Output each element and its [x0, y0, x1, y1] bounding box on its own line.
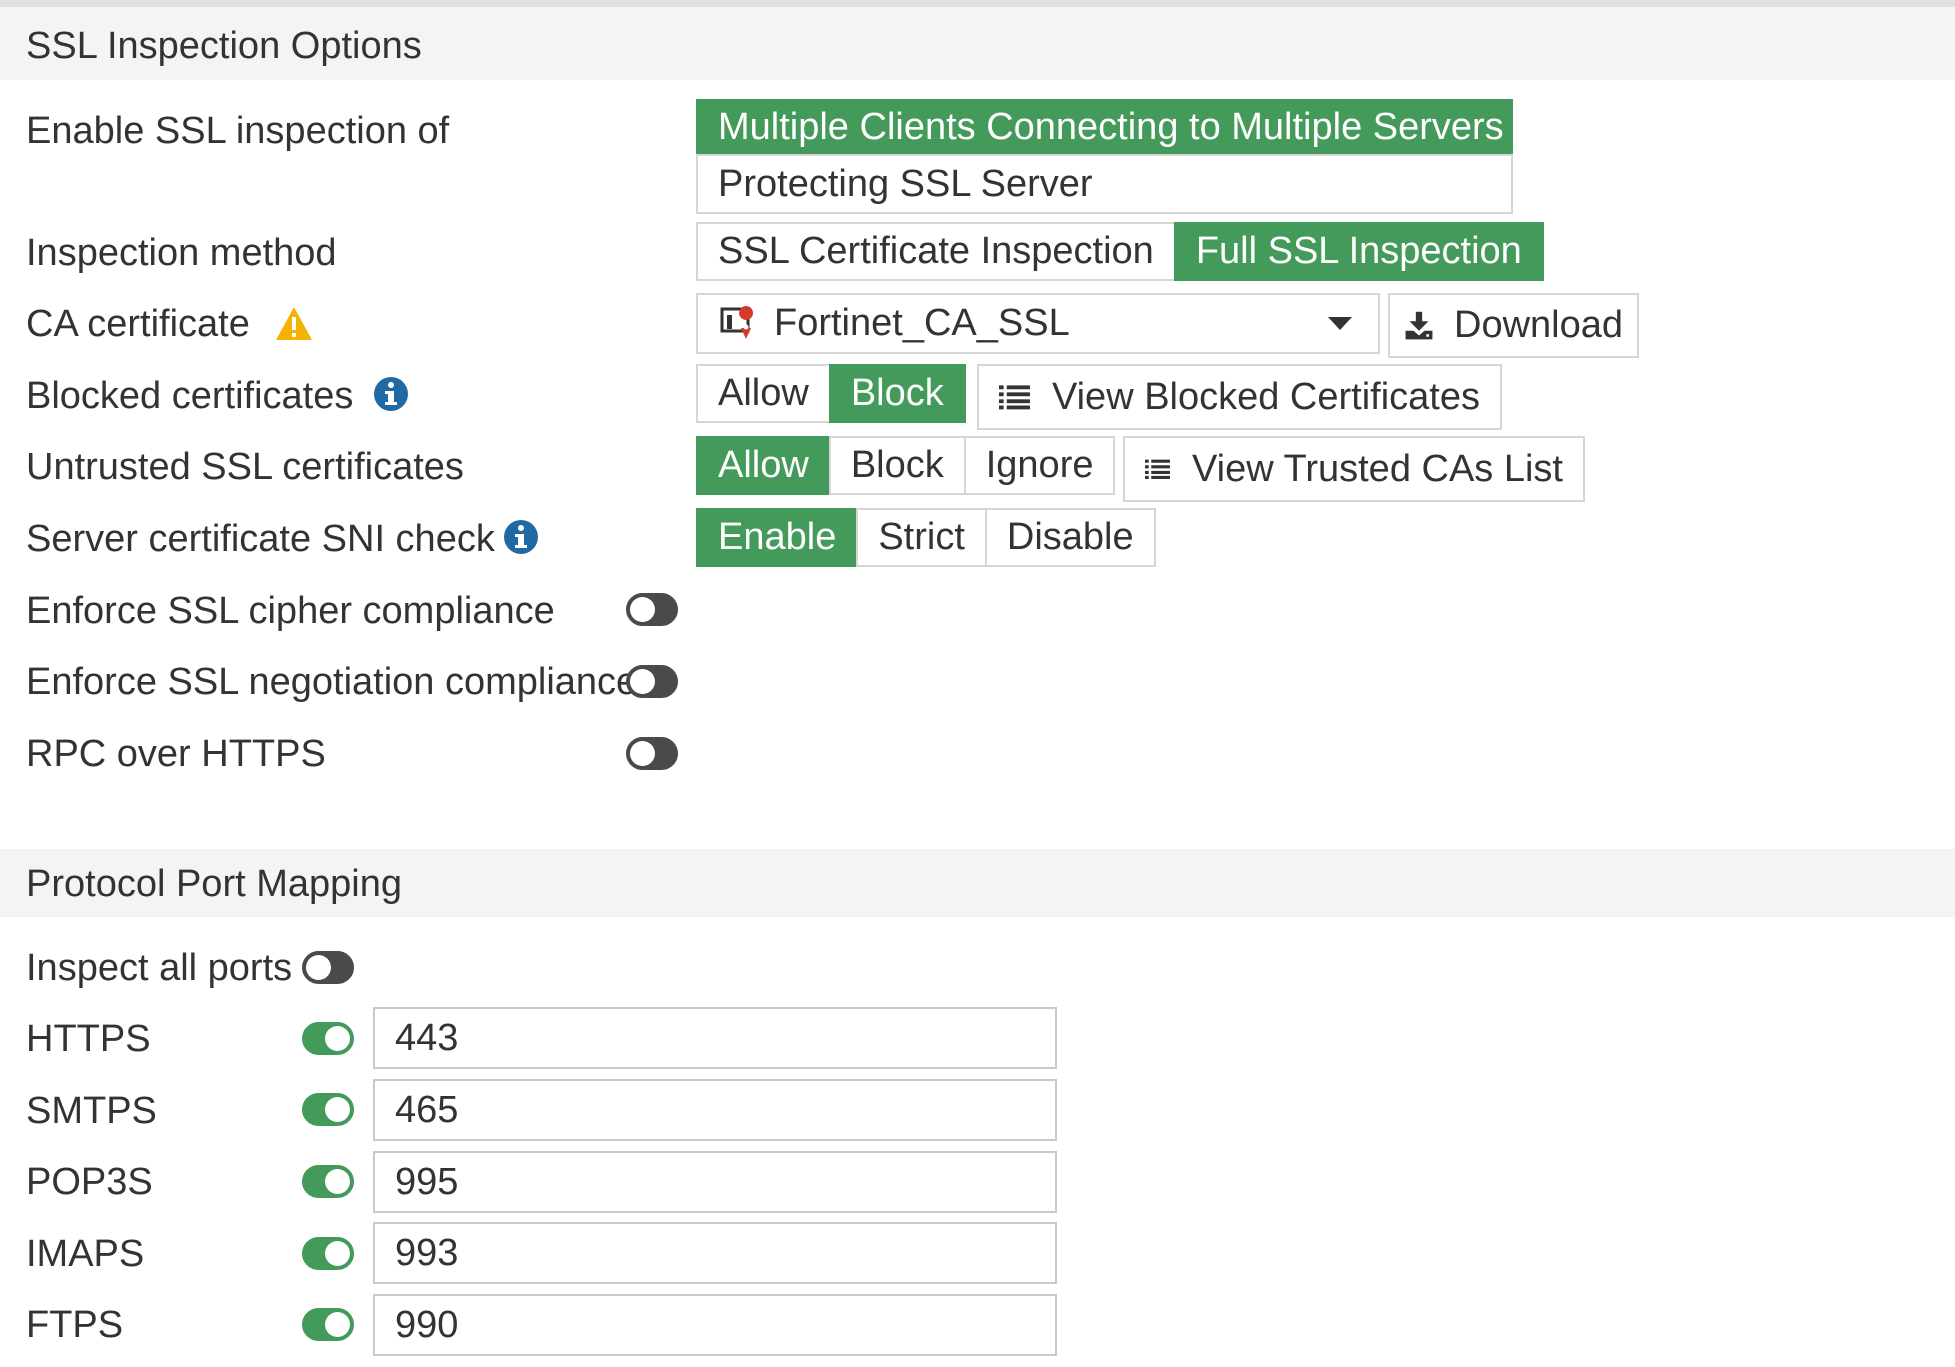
certificate-icon	[720, 305, 754, 339]
option-protecting-ssl-server[interactable]: Protecting SSL Server	[696, 154, 1513, 214]
blocked-certificates-selector: Allow Block	[696, 364, 966, 423]
port-input-pop3s[interactable]	[373, 1151, 1057, 1213]
port-input-smtps[interactable]	[373, 1079, 1057, 1141]
cipher-compliance-label: Enforce SSL cipher compliance	[26, 590, 555, 632]
download-label: Download	[1454, 304, 1623, 346]
section-header-ssl-inspection: SSL Inspection Options	[0, 7, 1955, 80]
negotiation-compliance-label: Enforce SSL negotiation compliance	[26, 661, 638, 703]
option-block[interactable]: Block	[828, 436, 966, 495]
protocol-label-ftps: FTPS	[26, 1304, 124, 1346]
view-trusted-cas-label: View Trusted CAs List	[1191, 447, 1563, 490]
sni-check-label: Server certificate SNI check	[26, 518, 495, 560]
protocol-toggle-pop3s[interactable]	[302, 1165, 354, 1198]
view-blocked-certificates-button[interactable]: View Blocked Certificates	[977, 364, 1502, 430]
download-button[interactable]: Download	[1388, 293, 1639, 358]
list-icon	[1145, 459, 1170, 479]
ca-certificate-value: Fortinet_CA_SSL	[774, 302, 1070, 344]
download-icon	[1405, 311, 1433, 339]
inspect-all-ports-label: Inspect all ports	[26, 947, 293, 989]
ca-certificate-label: CA certificate	[26, 303, 250, 345]
view-blocked-certificates-label: View Blocked Certificates	[1051, 375, 1480, 418]
ca-certificate-dropdown[interactable]: Fortinet_CA_SSL	[696, 293, 1380, 354]
inspection-method-selector: SSL Certificate Inspection Full SSL Insp…	[696, 222, 1544, 281]
blocked-certificates-label: Blocked certificates	[26, 375, 354, 417]
inspect-all-ports-toggle[interactable]	[302, 951, 354, 984]
untrusted-ssl-certificates-label: Untrusted SSL certificates	[26, 446, 464, 488]
option-block[interactable]: Block	[828, 364, 966, 423]
port-input-ftps[interactable]	[373, 1294, 1057, 1356]
info-icon[interactable]	[502, 518, 540, 556]
protocol-toggle-smtps[interactable]	[302, 1093, 354, 1126]
port-input-imaps[interactable]	[373, 1222, 1057, 1284]
negotiation-compliance-toggle[interactable]	[626, 665, 678, 698]
protocol-toggle-ftps[interactable]	[302, 1308, 354, 1341]
top-divider	[0, 0, 1955, 7]
warning-icon	[276, 307, 312, 340]
section-title: SSL Inspection Options	[26, 25, 422, 67]
rpc-over-https-label: RPC over HTTPS	[26, 733, 326, 775]
option-full-ssl-inspection[interactable]: Full SSL Inspection	[1173, 222, 1544, 281]
section-title: Protocol Port Mapping	[26, 863, 402, 905]
enable-ssl-inspection-label: Enable SSL inspection of	[26, 110, 450, 152]
option-multiple-clients[interactable]: Multiple Clients Connecting to Multiple …	[696, 99, 1513, 156]
section-header-port-mapping: Protocol Port Mapping	[0, 849, 1955, 917]
info-icon[interactable]	[372, 375, 410, 413]
inspection-method-label: Inspection method	[26, 232, 337, 274]
rpc-over-https-toggle[interactable]	[626, 737, 678, 770]
protocol-label-smtps: SMTPS	[26, 1090, 157, 1132]
untrusted-certificates-selector: Allow Block Ignore	[696, 436, 1116, 495]
list-icon	[999, 385, 1030, 410]
protocol-toggle-imaps[interactable]	[302, 1237, 354, 1270]
protocol-toggle-https[interactable]	[302, 1022, 354, 1055]
option-disable[interactable]: Disable	[984, 508, 1156, 567]
cipher-compliance-toggle[interactable]	[626, 593, 678, 626]
protocol-label-https: HTTPS	[26, 1018, 151, 1060]
protocol-label-imaps: IMAPS	[26, 1233, 145, 1275]
option-ssl-certificate-inspection[interactable]: SSL Certificate Inspection	[696, 222, 1176, 281]
view-trusted-cas-button[interactable]: View Trusted CAs List	[1123, 436, 1585, 502]
option-allow[interactable]: Allow	[696, 436, 831, 495]
option-strict[interactable]: Strict	[856, 508, 987, 567]
option-enable[interactable]: Enable	[696, 508, 859, 567]
chevron-down-icon	[1328, 317, 1352, 330]
option-ignore[interactable]: Ignore	[963, 436, 1116, 495]
protocol-label-pop3s: POP3S	[26, 1161, 153, 1203]
port-input-https[interactable]	[373, 1007, 1057, 1069]
option-allow[interactable]: Allow	[696, 364, 831, 423]
sni-check-selector: Enable Strict Disable	[696, 508, 1156, 567]
